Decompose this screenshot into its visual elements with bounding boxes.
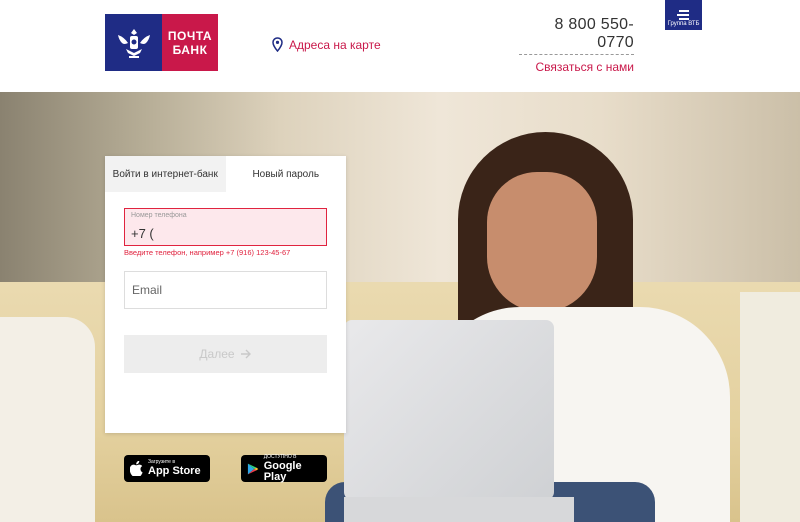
login-tabs: Войти в интернет-банк Новый пароль [105,156,346,192]
logo-line1: ПОЧТА [167,28,213,43]
phone-input[interactable] [131,224,321,242]
login-card: Войти в интернет-банк Новый пароль Номер… [105,156,346,433]
map-link-label: Адреса на карте [289,37,381,52]
header: ПОЧТА БАНК Адреса на карте 8 800 550-077… [0,0,800,92]
pillow-left [0,317,95,522]
google-play-small: ДОСТУПНО В [263,453,297,460]
map-link[interactable]: Адреса на карте [272,37,381,52]
next-button-label: Далее [199,347,235,361]
woman-face [487,172,597,312]
google-play-icon [247,463,259,474]
hotline-phone[interactable]: 8 800 550-0770 [519,16,634,55]
contact-link[interactable]: Связаться с нами [519,60,634,74]
email-field[interactable] [124,271,327,309]
tab-internet-bank[interactable]: Войти в интернет-банк [105,156,226,192]
app-store-badge[interactable]: Загрузите в App Store [124,455,210,482]
vtb-logo-icon [676,10,689,20]
laptop-base [344,497,574,522]
google-play-badge[interactable]: ДОСТУПНО В Google Play [241,453,327,483]
arrow-right-icon [240,349,251,359]
app-store-text: Загрузите в App Store [148,460,201,477]
logo-wordmark: ПОЧТА БАНК [162,14,218,71]
google-play-text: ДОСТУПНО В Google Play [263,453,321,483]
pillow-right [740,292,800,522]
eagle-emblem-icon [105,14,162,71]
laptop [344,320,554,500]
apple-icon [130,461,143,476]
next-button[interactable]: Далее [124,335,327,373]
vtb-group-logo[interactable]: Группа ВТБ [665,0,702,30]
map-pin-icon [272,37,283,52]
email-input[interactable] [125,272,326,308]
phone-error-message: Введите телефон, например +7 (916) 123-4… [124,248,291,257]
tab-new-password[interactable]: Новый пароль [225,156,346,192]
phone-field-label: Номер телефона [131,212,187,219]
phone-field[interactable]: Номер телефона [124,208,327,246]
vtb-label: Группа ВТБ [667,21,700,27]
app-store-big: App Store [148,465,201,477]
logo-line2: БАНК [172,42,208,57]
pochta-bank-logo[interactable]: ПОЧТА БАНК [105,14,218,71]
google-play-big: Google Play [263,459,302,483]
phone-block: 8 800 550-0770 Связаться с нами [519,16,634,74]
